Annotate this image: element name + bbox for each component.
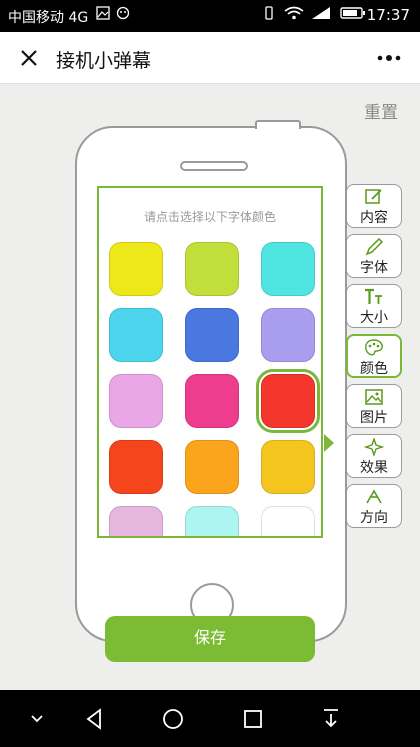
image-notification-icon: [96, 6, 110, 20]
status-bar: 中国移动 4G 17:37: [0, 0, 420, 32]
tab-label: 字体: [360, 260, 388, 276]
clock-text: 17:37: [366, 6, 410, 24]
color-swatch[interactable]: [261, 308, 315, 362]
text-size-icon: [365, 288, 382, 304]
direction-icon: [366, 489, 382, 504]
chevron-down-icon[interactable]: [24, 706, 50, 732]
tab-label: 效果: [360, 460, 388, 476]
color-swatch[interactable]: [256, 369, 320, 433]
color-swatch[interactable]: [109, 374, 163, 428]
color-swatch[interactable]: [185, 374, 239, 428]
tab-image[interactable]: 图片: [346, 384, 402, 428]
app-notification-icon: [116, 6, 130, 20]
reset-button[interactable]: 重置: [364, 98, 398, 123]
color-picker-panel: 请点击选择以下字体颜色: [97, 186, 323, 538]
system-nav-bar: [0, 690, 420, 747]
color-swatch[interactable]: [109, 506, 163, 536]
color-swatch[interactable]: [185, 308, 239, 362]
active-tab-pointer: [324, 434, 334, 452]
editor-stage: 重置 请点击选择以下字体颜色 内容 字体 大小 颜色 图片 效果 方向: [0, 84, 420, 690]
back-icon[interactable]: [82, 706, 108, 732]
tab-content[interactable]: 内容: [346, 184, 402, 228]
save-button[interactable]: 保存: [105, 616, 315, 662]
tab-direction[interactable]: 方向: [346, 484, 402, 528]
close-icon[interactable]: [14, 43, 44, 73]
tab-label: 颜色: [360, 361, 388, 377]
cellular-signal-icon: [312, 7, 330, 19]
vibrate-icon: [265, 6, 273, 20]
image-icon: [365, 389, 383, 405]
tab-label: 大小: [360, 310, 388, 326]
color-swatch[interactable]: [185, 440, 239, 494]
tab-color[interactable]: 颜色: [346, 334, 402, 378]
color-hint-text: 请点击选择以下字体颜色: [143, 210, 276, 224]
battery-icon: [340, 7, 365, 19]
carrier-text: 中国移动 4G: [8, 10, 89, 26]
color-swatch[interactable]: [185, 242, 239, 296]
pencil-icon: [365, 238, 384, 256]
recent-apps-icon[interactable]: [240, 706, 266, 732]
page-title: 接机小弹幕: [56, 50, 152, 72]
tab-size[interactable]: 大小: [346, 284, 402, 328]
phone-side-button: [255, 120, 301, 129]
title-bar: 接机小弹幕: [0, 32, 420, 84]
tab-label: 图片: [360, 410, 388, 426]
color-swatch[interactable]: [261, 506, 315, 536]
color-swatch[interactable]: [109, 242, 163, 296]
color-swatch[interactable]: [109, 440, 163, 494]
color-swatch[interactable]: [185, 506, 239, 536]
tab-font[interactable]: 字体: [346, 234, 402, 278]
tab-label: 内容: [360, 210, 388, 226]
tab-label: 方向: [360, 510, 388, 526]
notification-pull-icon[interactable]: [318, 706, 344, 732]
wifi-icon: [284, 6, 304, 20]
color-swatch[interactable]: [261, 242, 315, 296]
tab-effect[interactable]: 效果: [346, 434, 402, 478]
phone-speaker: [180, 161, 248, 171]
palette-icon: [365, 339, 383, 356]
color-swatch[interactable]: [261, 440, 315, 494]
sparkle-icon: [364, 438, 384, 456]
color-swatch[interactable]: [109, 308, 163, 362]
edit-content-icon: [365, 189, 382, 204]
more-options-icon[interactable]: [374, 46, 404, 70]
home-icon[interactable]: [160, 706, 186, 732]
phone-preview: 请点击选择以下字体颜色: [75, 120, 347, 642]
